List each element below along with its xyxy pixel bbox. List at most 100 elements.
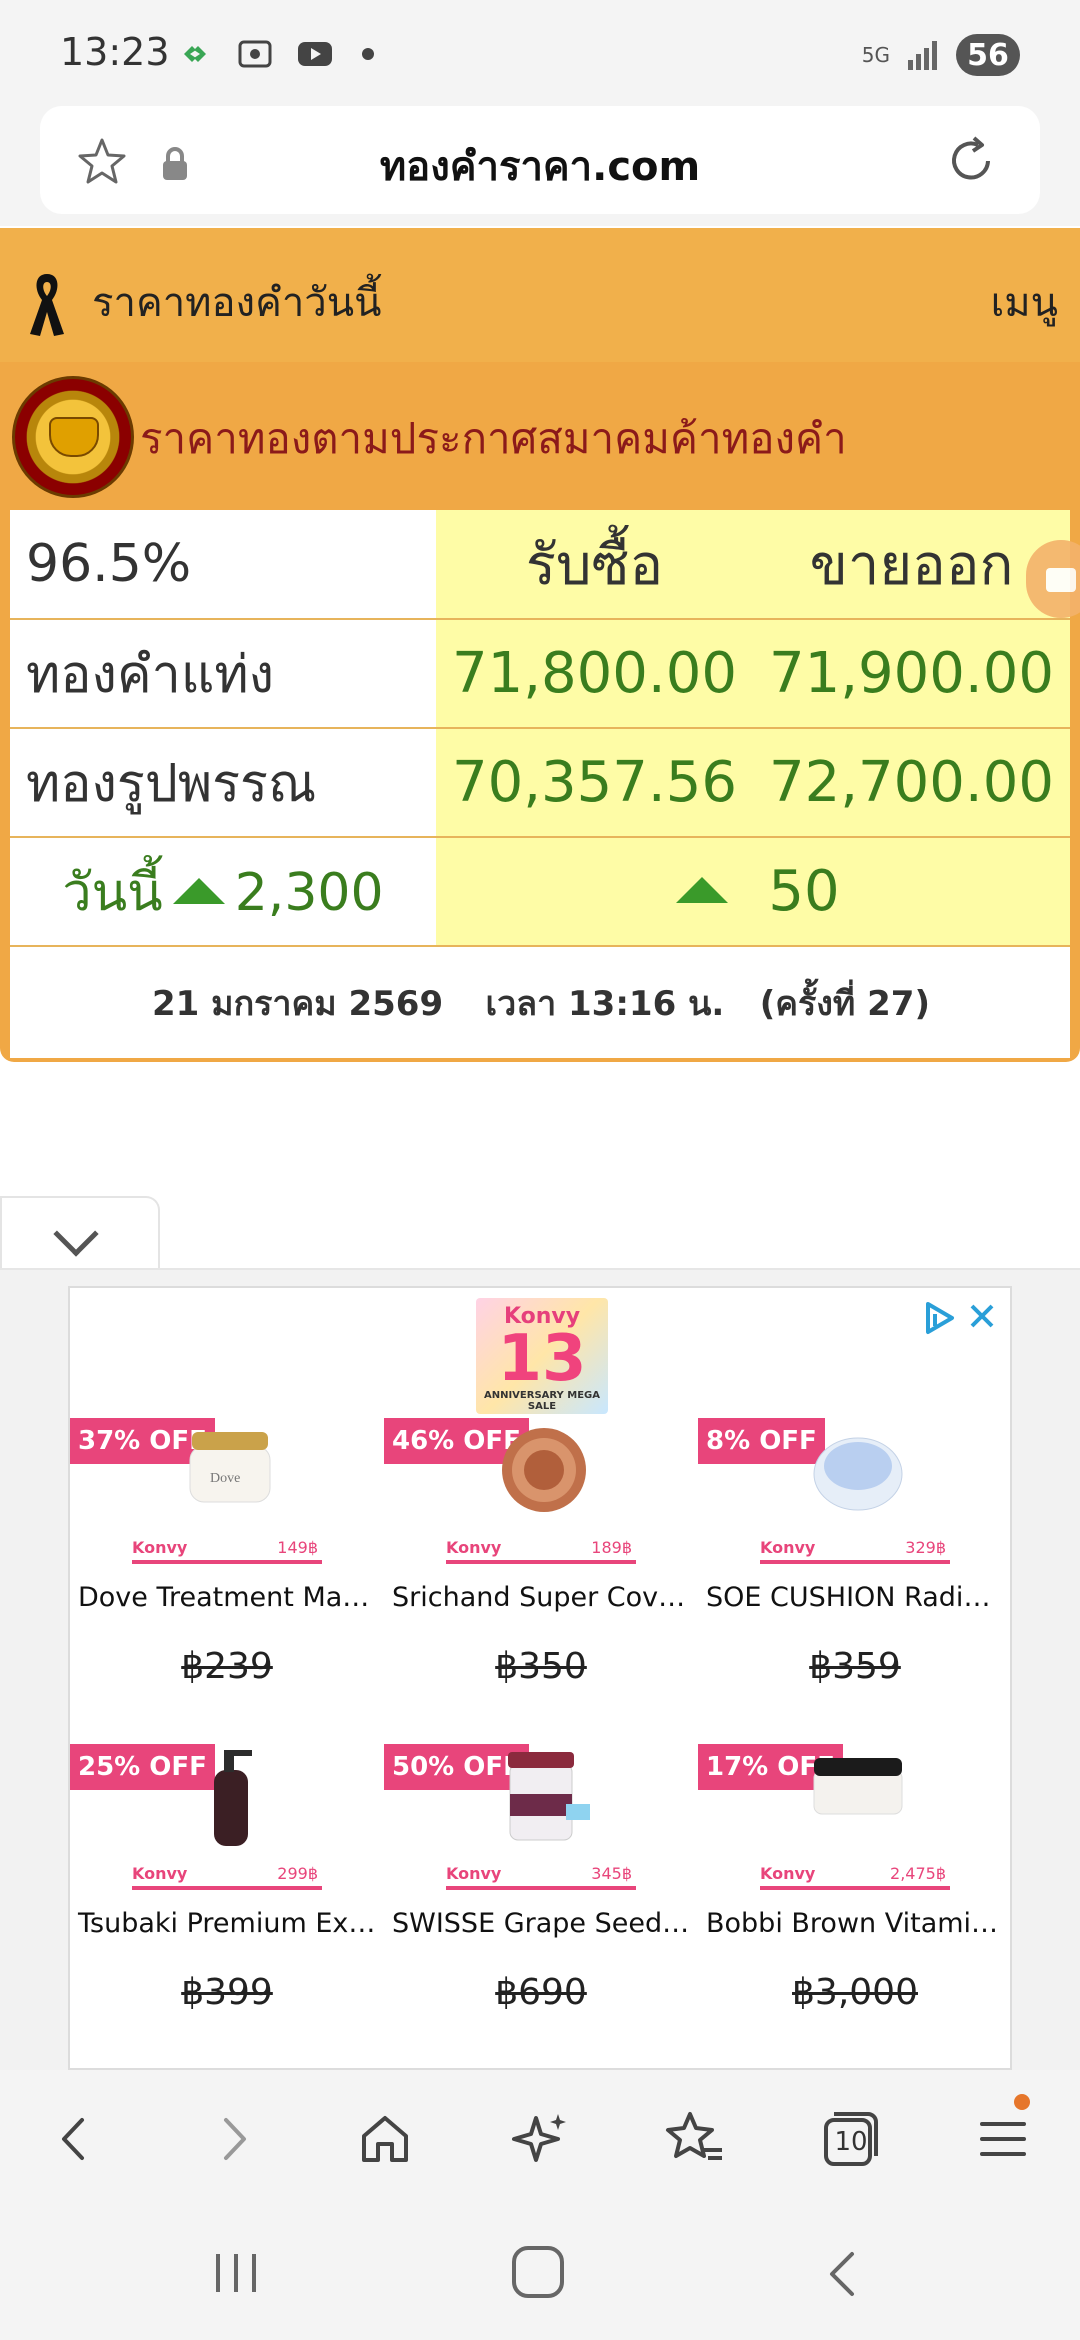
browser-address-area: ทองคำราคา.com bbox=[0, 104, 1080, 226]
banner-number: 13 bbox=[497, 1322, 587, 1396]
price-tag-line: Konvy 149฿ bbox=[132, 1538, 322, 1564]
status-bar: 13:23 5G 56 bbox=[0, 0, 1080, 104]
recents-icon[interactable] bbox=[212, 2252, 260, 2294]
sell-price: 71,900.00 bbox=[753, 619, 1070, 729]
floating-side-tab[interactable] bbox=[1026, 540, 1080, 618]
ad-box[interactable]: Konvy 13 ANNIVERSARY MEGA SALE 37% OFF D… bbox=[68, 1286, 1012, 2070]
signal-icon bbox=[908, 41, 937, 70]
bookmark-star-icon[interactable] bbox=[74, 134, 130, 190]
konvy-anniversary-banner[interactable]: Konvy 13 ANNIVERSARY MEGA SALE bbox=[476, 1298, 608, 1414]
gold-price-panel: ราคาทองตามประกาศสมาคมค้าทองคำ 96.5% รับซ… bbox=[0, 362, 1080, 1062]
product-name: SOE CUSHION Radia... bbox=[706, 1582, 1006, 1613]
ad-choices-icon[interactable] bbox=[922, 1300, 958, 1336]
site-header: ราคาทองคำวันนี้ เมนู bbox=[0, 228, 1080, 362]
home-nav-icon[interactable] bbox=[512, 2246, 564, 2298]
today-change-row: วันนี้ 2,300 50 bbox=[10, 837, 1070, 947]
old-price: ฿399 bbox=[181, 1972, 273, 2013]
screenshot-icon bbox=[238, 40, 272, 68]
product-card[interactable]: 17% OFF Konvy 2,475฿ Bobbi Brown Vitamin … bbox=[698, 1744, 1012, 2070]
close-icon[interactable] bbox=[964, 1298, 1000, 1334]
arrow-up-icon bbox=[172, 878, 225, 904]
shampoo-bottle-image bbox=[214, 1750, 252, 1846]
back-nav-icon[interactable] bbox=[822, 2250, 862, 2298]
price-tag-line: Konvy 329฿ bbox=[760, 1538, 950, 1564]
banner-subtitle: ANNIVERSARY MEGA SALE bbox=[483, 1390, 600, 1412]
update-round: (ครั้งที่ 27) bbox=[759, 983, 930, 1024]
product-name: SWISSE Grape Seed 60 ... bbox=[392, 1908, 698, 1939]
update-time: เวลา 13:16 น. bbox=[485, 983, 725, 1024]
forward-icon[interactable] bbox=[198, 2104, 268, 2174]
change-since-last-value: 50 bbox=[768, 859, 840, 924]
today-change-value: 2,300 bbox=[234, 863, 384, 923]
product-name: Dove Treatment Mas... bbox=[78, 1582, 383, 1613]
notification-badge bbox=[1014, 2094, 1030, 2110]
menu-hamburger-button[interactable] bbox=[968, 2094, 1038, 2174]
cream-jar-image bbox=[813, 1758, 903, 1815]
product-card[interactable]: 25% OFF Konvy 299฿ Tsubaki Premium Ex Hai… bbox=[70, 1744, 384, 2070]
browser-toolbar: 10 bbox=[0, 2070, 1080, 2206]
battery-indicator: 56 bbox=[956, 34, 1020, 76]
sell-price: 72,700.00 bbox=[753, 728, 1070, 838]
today-change-cell: วันนี้ 2,300 bbox=[10, 837, 436, 947]
product-card[interactable]: 37% OFF Dove Konvy 149฿ Dove Treatment Ma… bbox=[70, 1418, 384, 1744]
purity-label: 96.5% bbox=[10, 510, 436, 620]
product-name: Srichand Super Cover... bbox=[392, 1582, 698, 1613]
change-since-last-cell: 50 bbox=[436, 837, 1070, 947]
ai-sparkle-icon[interactable] bbox=[506, 2104, 576, 2174]
arrow-up-icon bbox=[676, 876, 729, 903]
dove-jar-image: Dove bbox=[189, 1432, 271, 1503]
update-date: 21 มกราคม 2569 bbox=[152, 983, 444, 1024]
buy-header: รับซื้อ bbox=[436, 510, 753, 620]
old-price: ฿239 bbox=[181, 1646, 273, 1687]
status-time: 13:23 bbox=[60, 30, 170, 74]
address-bar[interactable]: ทองคำราคา.com bbox=[40, 106, 1040, 214]
product-name: Tsubaki Premium Ex Hai bbox=[78, 1908, 384, 1939]
home-icon[interactable] bbox=[350, 2104, 420, 2174]
url-text[interactable]: ทองคำราคา.com bbox=[240, 134, 840, 198]
buy-price: 71,800.00 bbox=[436, 619, 753, 729]
tabs-count: 10 bbox=[834, 2127, 868, 2157]
old-price: ฿359 bbox=[809, 1646, 901, 1687]
svg-text:Dove: Dove bbox=[210, 1471, 240, 1486]
sync-icon bbox=[184, 46, 206, 62]
price-tag-line: Konvy 2,475฿ bbox=[760, 1864, 950, 1890]
youtube-icon bbox=[298, 42, 332, 66]
back-icon[interactable] bbox=[40, 2104, 110, 2174]
status-icons bbox=[176, 38, 374, 70]
ad-area: Konvy 13 ANNIVERSARY MEGA SALE 37% OFF D… bbox=[0, 1268, 1080, 2070]
system-navbar bbox=[0, 2206, 1080, 2340]
chevron-down-icon bbox=[53, 1211, 99, 1257]
product-card[interactable]: 8% OFF Konvy 329฿ SOE CUSHION Radia... ฿3… bbox=[698, 1418, 1012, 1744]
network-type: 5G bbox=[861, 43, 890, 67]
supplement-jar-image bbox=[508, 1752, 590, 1841]
lock-icon bbox=[163, 147, 187, 180]
price-tag-line: Konvy 299฿ bbox=[132, 1864, 322, 1890]
bookmarks-icon[interactable] bbox=[660, 2104, 730, 2174]
gold-panel-heading: ราคาทองตามประกาศสมาคมค้าทองคำ bbox=[140, 414, 847, 463]
old-price: ฿690 bbox=[495, 1972, 587, 2013]
product-card[interactable]: 46% OFF Konvy 189฿ Srichand Super Cover..… bbox=[384, 1418, 698, 1744]
buy-price: 70,357.56 bbox=[436, 728, 753, 838]
update-info-row: 21 มกราคม 2569 เวลา 13:16 น. (ครั้งที่ 2… bbox=[10, 946, 1070, 1058]
tabs-button[interactable]: 10 bbox=[816, 2104, 886, 2174]
compact-powder-image bbox=[502, 1428, 586, 1512]
row-label: ทองคำแท่ง bbox=[10, 619, 436, 729]
price-tag-line: Konvy 189฿ bbox=[446, 1538, 636, 1564]
reload-icon[interactable] bbox=[942, 132, 1000, 190]
cushion-compact-image bbox=[813, 1437, 903, 1511]
status-right: 5G 56 bbox=[862, 34, 1020, 76]
sell-header: ขายออก bbox=[753, 510, 1070, 620]
discount-badge: 8% OFF bbox=[698, 1418, 825, 1464]
gold-traders-association-logo bbox=[12, 376, 134, 498]
menu-button[interactable]: เมนู bbox=[991, 270, 1058, 334]
mourning-ribbon-icon bbox=[30, 274, 64, 336]
gold-price-table: 96.5% รับซื้อ ขายออก ทองคำแท่ง 71,800.00… bbox=[10, 510, 1070, 1058]
product-card[interactable]: 50% OFF Konvy345฿ SWISSE Grape Seed 60 .… bbox=[384, 1744, 698, 2070]
row-label: ทองรูปพรรณ bbox=[10, 728, 436, 838]
product-name: Bobbi Brown Vitamin En bbox=[706, 1908, 1012, 1939]
site-title[interactable]: ราคาทองคำวันนี้ bbox=[92, 270, 381, 334]
table-row: ทองรูปพรรณ 70,357.56 72,700.00 bbox=[10, 728, 1070, 838]
table-header-row: 96.5% รับซื้อ ขายออก bbox=[10, 510, 1070, 620]
table-row: ทองคำแท่ง 71,800.00 71,900.00 bbox=[10, 619, 1070, 729]
collapse-ad-button[interactable] bbox=[0, 1196, 160, 1268]
